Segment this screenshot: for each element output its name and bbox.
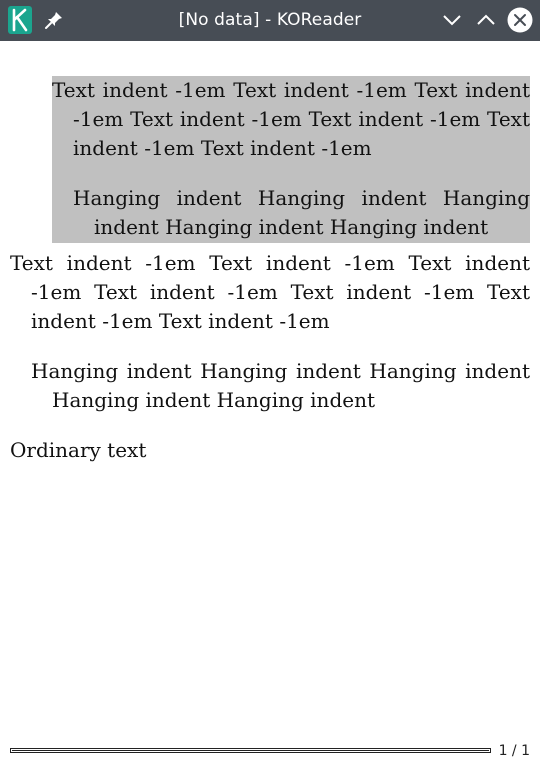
hanging-indent-paragraph: Hanging indent Hanging indent Hanging in… (31, 359, 530, 412)
text-indent-paragraph: Text indent -1em Text indent -1em Text i… (52, 78, 530, 160)
shaded-block: Text indent -1em Text indent -1em Text i… (52, 76, 530, 243)
page-counter: 1 / 1 (498, 743, 530, 759)
reading-progress-bar[interactable] (10, 748, 491, 753)
window-titlebar: [No data] - KOReader (0, 0, 540, 41)
document-content: Text indent -1em Text indent -1em Text i… (10, 76, 530, 465)
text-indent-paragraph: Text indent -1em Text indent -1em Text i… (10, 251, 530, 333)
chevron-up-icon[interactable] (474, 8, 498, 32)
ordinary-paragraph: Ordinary text (10, 438, 147, 462)
hanging-indent-paragraph: Hanging indent Hanging indent Hanging in… (73, 186, 530, 239)
close-icon[interactable] (507, 7, 533, 33)
chevron-down-icon[interactable] (440, 8, 464, 32)
progress-fill (12, 750, 489, 751)
